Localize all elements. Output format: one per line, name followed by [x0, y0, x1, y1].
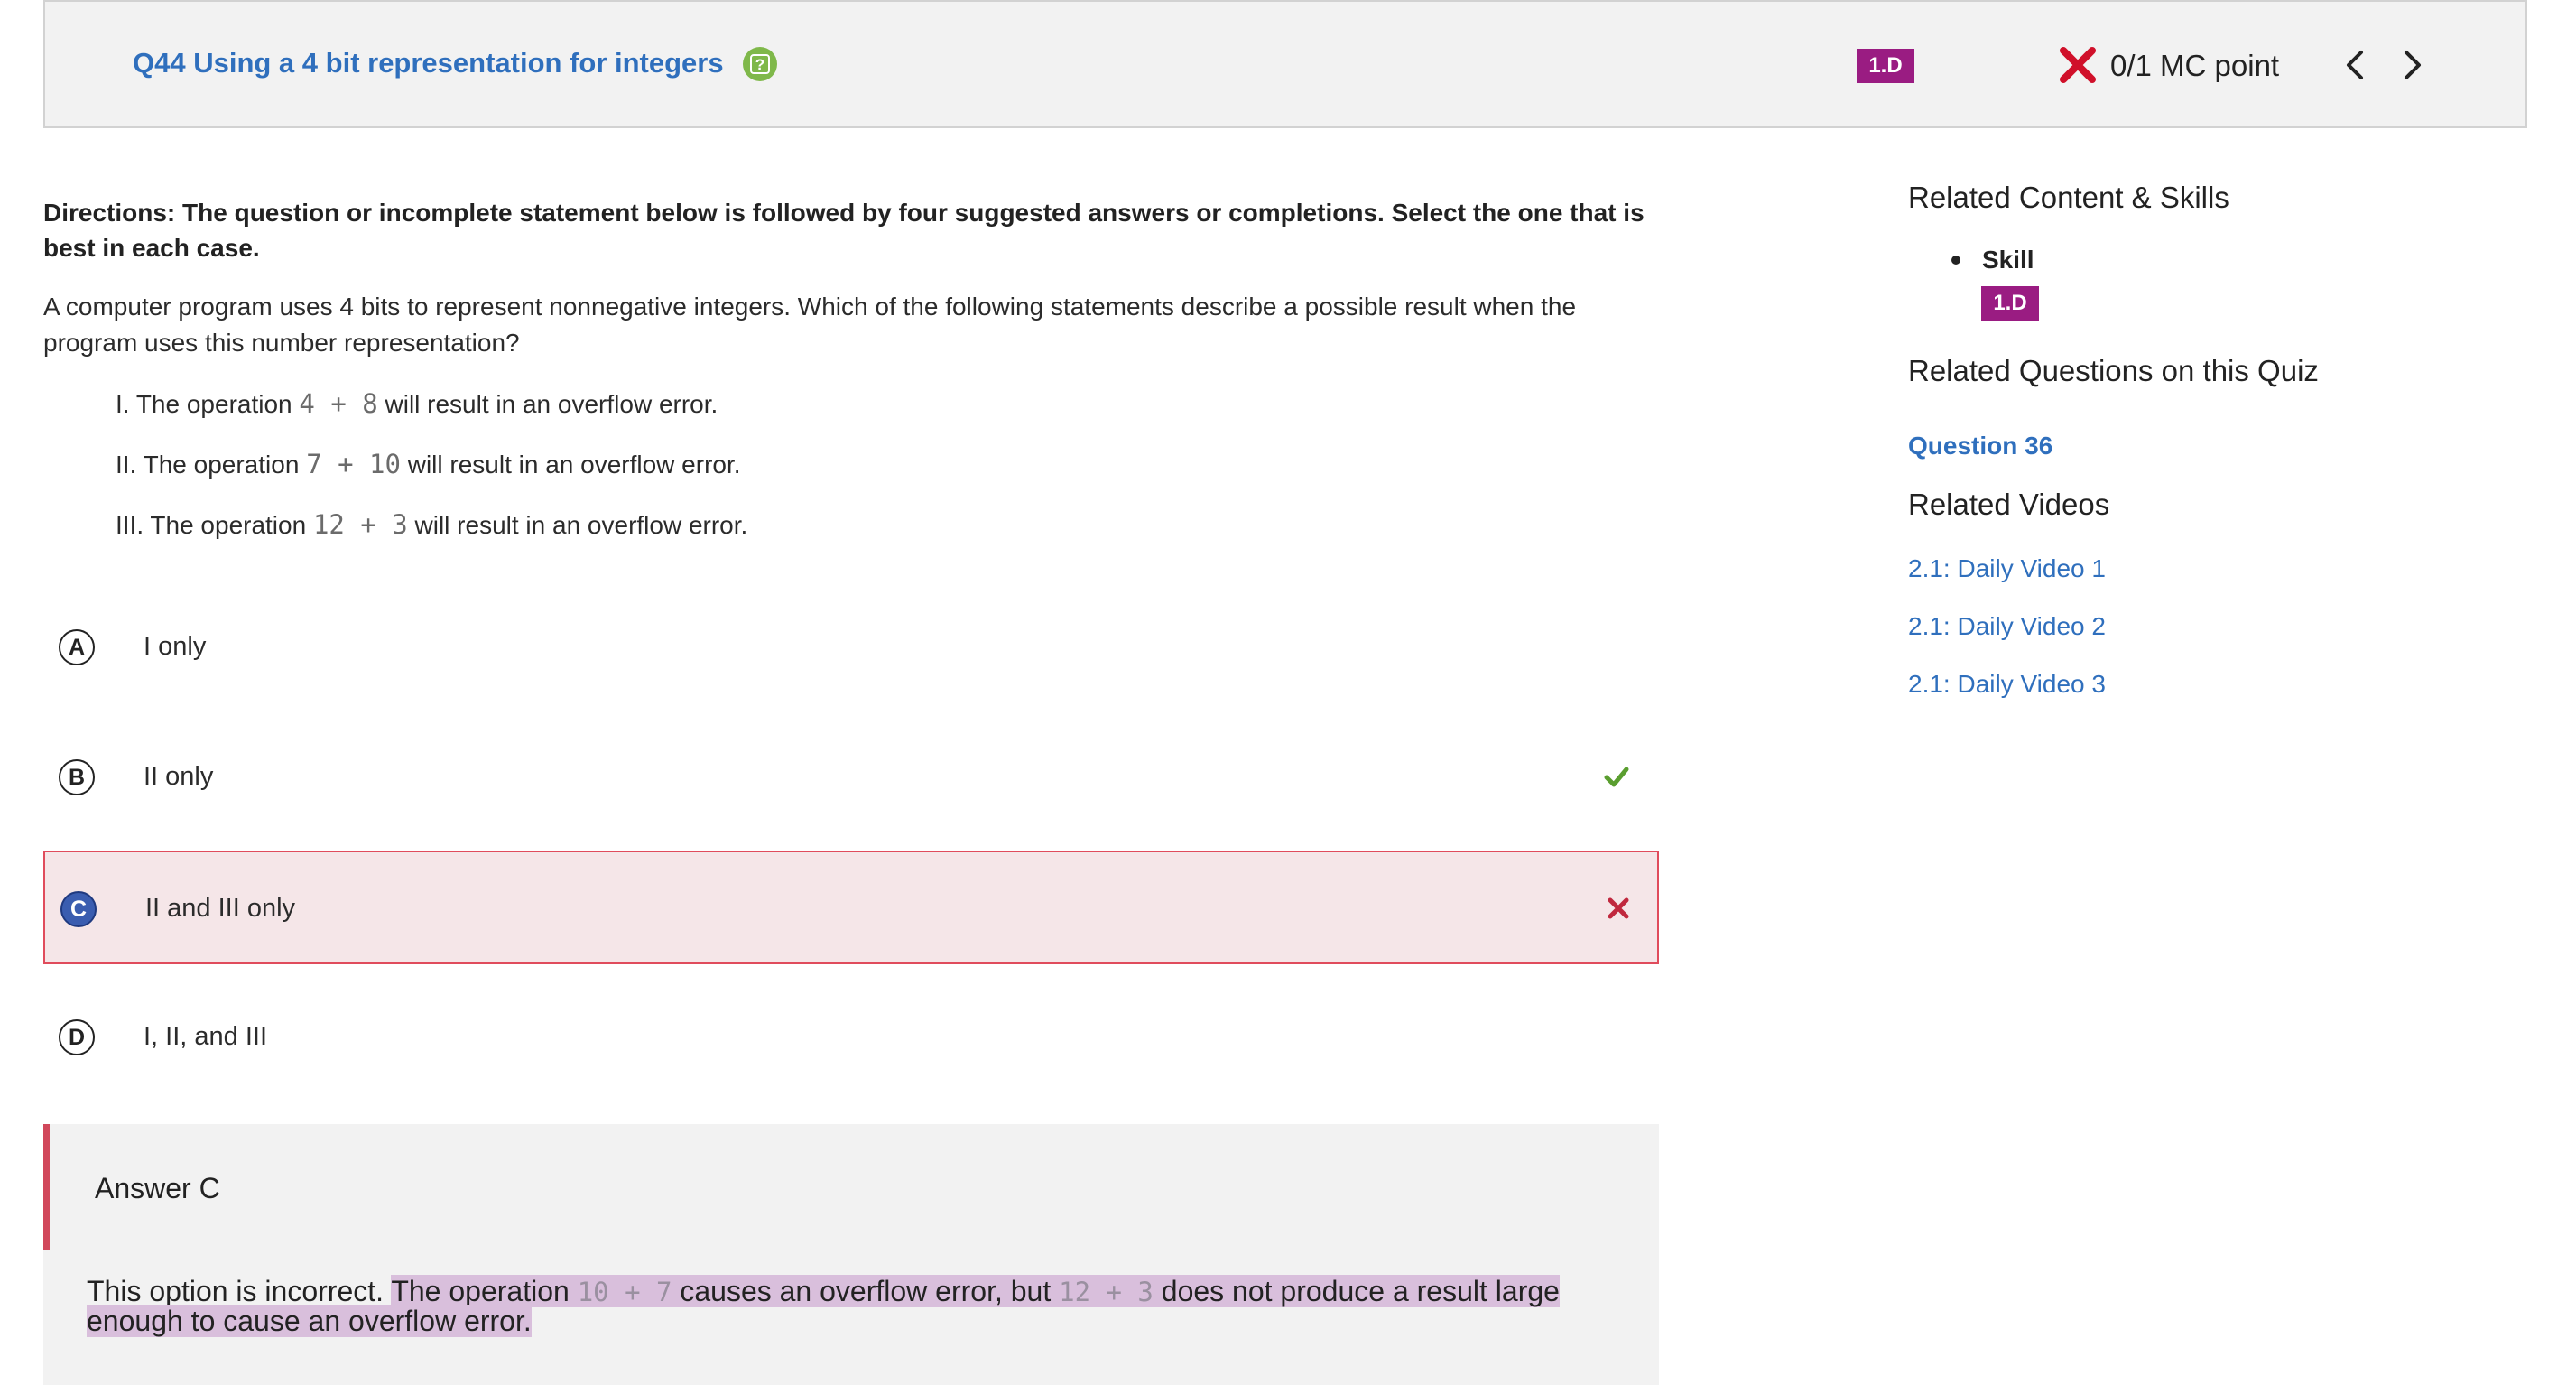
statement-suffix: will result in an overflow error. — [407, 451, 741, 479]
question-prompt: A computer program uses 4 bits to repres… — [43, 293, 1577, 357]
statement-1: I. The operation 4 + 8 will result in an… — [116, 388, 718, 419]
answer-explanation: Answer C This option is incorrect. The o… — [43, 1124, 1659, 1385]
bullet — [1951, 256, 1960, 265]
answer-title: Answer C — [95, 1172, 220, 1204]
choice-b[interactable]: B II only — [43, 720, 1659, 834]
choice-c[interactable]: C II and III only — [43, 851, 1659, 964]
statement-code: 4 + 8 — [299, 388, 378, 419]
score-text: 0/1 MC point — [2110, 49, 2280, 82]
video-link-1[interactable]: 2.1: Daily Video 1 — [1908, 554, 2106, 583]
chevron-left-icon[interactable] — [2340, 49, 2372, 81]
explanation-code: 10 + 7 — [577, 1277, 672, 1307]
choice-text: I only — [144, 632, 207, 661]
choice-letter: A — [59, 629, 95, 665]
statement-2: II. The operation 7 + 10 will result in … — [116, 449, 741, 479]
question-title[interactable]: Q44 Using a 4 bit representation for int… — [133, 47, 724, 79]
related-videos-heading: Related Videos — [1908, 488, 2110, 521]
choice-text: II only — [144, 762, 214, 791]
skill-badge: 1.D — [1857, 49, 1914, 83]
related-question-link[interactable]: Question 36 — [1908, 432, 2052, 460]
choice-text: I, II, and III — [144, 1022, 268, 1051]
question-header: Q44 Using a 4 bit representation for int… — [43, 0, 2527, 128]
statement-3: III. The operation 12 + 3 will result in… — [116, 509, 747, 540]
statement-prefix: I. The operation — [116, 390, 292, 418]
close-x-icon — [1608, 897, 1629, 919]
choice-a[interactable]: A I only — [43, 590, 1659, 704]
sidebar-skill-badge[interactable]: 1.D — [1981, 286, 2039, 321]
related-content-heading: Related Content & Skills — [1908, 181, 2229, 214]
statement-code: 7 + 10 — [306, 449, 401, 479]
chevron-right-icon[interactable] — [2395, 49, 2428, 81]
checkmark-icon — [1604, 767, 1629, 787]
explanation-text: The operation — [391, 1275, 570, 1307]
skill-list-item: Skill — [1951, 246, 2034, 274]
incorrect-x-icon — [2060, 47, 2096, 83]
explanation-code: 12 + 3 — [1059, 1277, 1154, 1307]
explanation-intro: This option is incorrect. — [87, 1275, 385, 1307]
choice-letter: B — [59, 759, 95, 795]
choice-letter: D — [59, 1019, 95, 1055]
choice-d[interactable]: D I, II, and III — [43, 981, 1659, 1094]
directions-text: Directions: The question or incomplete s… — [43, 199, 1645, 262]
help-icon[interactable]: ? — [743, 47, 777, 81]
choice-letter: C — [60, 891, 97, 927]
statement-prefix: II. The operation — [116, 451, 300, 479]
video-link-3[interactable]: 2.1: Daily Video 3 — [1908, 670, 2106, 699]
statement-code: 12 + 3 — [312, 509, 408, 540]
video-link-2[interactable]: 2.1: Daily Video 2 — [1908, 612, 2106, 641]
statement-suffix: will result in an overflow error. — [414, 511, 748, 539]
explanation-text: causes an overflow error, but — [680, 1275, 1052, 1307]
explanation-accent-bar — [43, 1124, 50, 1250]
skill-label: Skill — [1982, 246, 2034, 274]
statement-prefix: III. The operation — [116, 511, 307, 539]
statement-suffix: will result in an overflow error. — [385, 390, 718, 418]
explanation-body: This option is incorrect. The operation … — [87, 1275, 1639, 1337]
related-questions-heading: Related Questions on this Quiz — [1908, 354, 2319, 387]
choice-text: II and III only — [145, 894, 296, 923]
